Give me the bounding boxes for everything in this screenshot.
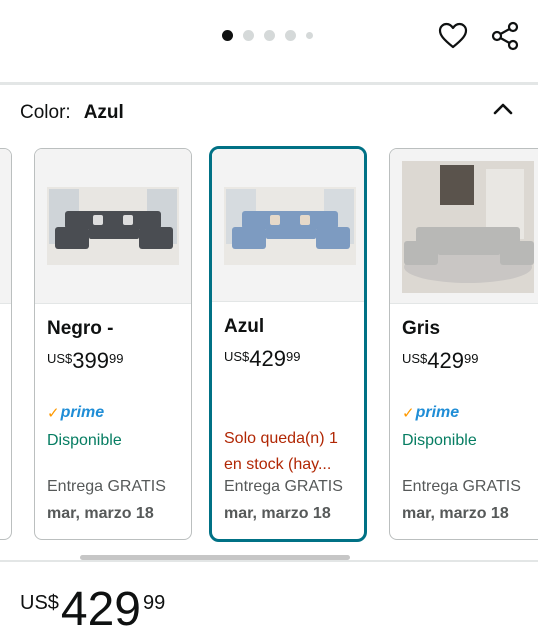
availability-status: Disponible: [47, 432, 122, 449]
prime-check-icon: ✓: [47, 405, 60, 422]
color-variant-carousel[interactable]: Negro - US$ 399 99 ✓ prime Disponible En…: [0, 146, 538, 546]
availability-line: Solo queda(n) 1: [224, 430, 338, 447]
delivery-date: mar, marzo 18: [224, 505, 331, 522]
price-currency: US$: [224, 349, 250, 364]
variant-image: [212, 149, 364, 302]
variant-card-gris[interactable]: Gris US$ 429 99 ✓ prime Disponible Entre…: [389, 148, 538, 540]
shipping-label: Entrega GRATIS: [402, 478, 521, 495]
prime-label: prime: [60, 404, 105, 421]
variant-price: US$ 399 99: [47, 348, 179, 374]
variant-card-azul[interactable]: Azul US$ 429 99 . Solo queda(n) 1 en sto…: [209, 146, 367, 542]
prime-check-icon: ✓: [402, 405, 415, 422]
main-price: US$ 429 99: [20, 586, 165, 631]
color-label: Color:: [20, 102, 71, 123]
shipping-info: Entrega GRATIS mar, marzo 18: [47, 473, 166, 527]
carousel-dot[interactable]: [285, 30, 296, 41]
color-selector-header[interactable]: Color: Azul: [20, 102, 124, 124]
availability-status: Solo queda(n) 1 en stock (hay...: [224, 426, 352, 478]
variant-image: [0, 149, 11, 304]
image-carousel-dots: [222, 30, 313, 41]
top-bar: [0, 0, 538, 84]
price-whole: 429: [427, 348, 465, 373]
variant-image: [35, 149, 191, 304]
prime-badge: ✓ prime: [402, 404, 534, 422]
price-fraction: 99: [143, 592, 166, 614]
price-fraction: 99: [286, 349, 301, 364]
variant-price: US$ 429 99: [402, 348, 534, 374]
delivery-date: mar, marzo 18: [47, 505, 154, 522]
price-currency: US$: [20, 592, 59, 614]
prime-badge: ✓ prime: [47, 404, 179, 422]
variant-card-negro[interactable]: Negro - US$ 399 99 ✓ prime Disponible En…: [34, 148, 192, 540]
shipping-info: Entrega GRATIS mar, marzo 18: [224, 473, 343, 527]
shipping-info: Entrega GRATIS mar, marzo 18: [402, 473, 521, 527]
price-currency: US$: [47, 351, 73, 366]
prime-label: prime: [415, 404, 460, 421]
delivery-date: mar, marzo 18: [402, 505, 509, 522]
carousel-dot[interactable]: [306, 32, 313, 39]
sofa-image: [402, 161, 534, 293]
sofa-image: [47, 187, 179, 265]
variant-name: Negro -: [47, 318, 114, 339]
chevron-up-icon[interactable]: [490, 96, 516, 122]
variant-card-partial[interactable]: [0, 148, 12, 540]
share-icon[interactable]: [489, 20, 521, 52]
shipping-label: Entrega GRATIS: [224, 478, 343, 495]
price-fraction: 99: [464, 351, 479, 366]
variant-image: [390, 149, 538, 304]
price-currency: US$: [402, 351, 428, 366]
variant-name: Gris: [402, 318, 441, 339]
carousel-dot[interactable]: [264, 30, 275, 41]
variant-price: US$ 429 99: [224, 346, 352, 372]
price-whole: 429: [60, 583, 141, 631]
price-whole: 399: [72, 348, 110, 373]
variant-name: Azul: [224, 316, 265, 337]
color-selected-value: Azul: [83, 102, 124, 123]
availability-status: Disponible: [402, 432, 477, 449]
price-fraction: 99: [109, 351, 124, 366]
carousel-dot[interactable]: [222, 30, 233, 41]
heart-icon[interactable]: [437, 20, 469, 52]
price-whole: 429: [249, 346, 287, 371]
shipping-label: Entrega GRATIS: [47, 478, 166, 495]
divider: [0, 560, 538, 562]
sofa-image: [224, 187, 356, 265]
divider: [0, 82, 538, 85]
carousel-dot[interactable]: [243, 30, 254, 41]
